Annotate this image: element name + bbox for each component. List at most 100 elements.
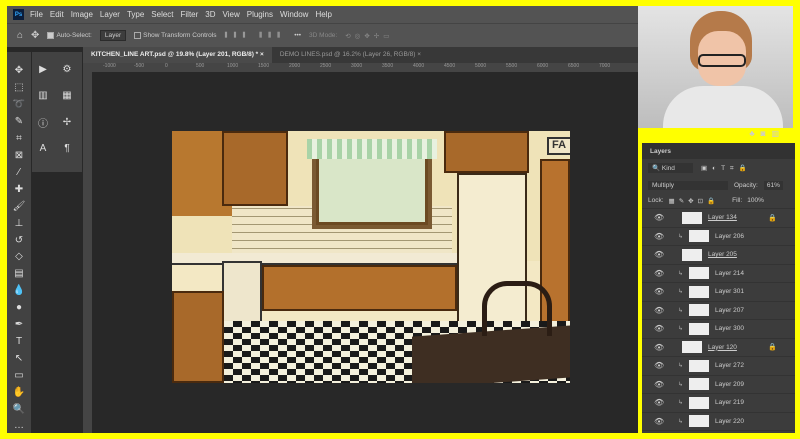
eye-icon[interactable]: 👁 <box>654 343 664 352</box>
sign: FA <box>547 137 570 155</box>
home-icon[interactable]: ⌂ <box>17 30 23 41</box>
ruler-label: 1500 <box>258 63 270 69</box>
eyedropper-tool-icon[interactable]: ⁄ <box>12 165 26 179</box>
type-tool-icon[interactable]: T <box>12 335 26 349</box>
layer-row[interactable]: 👁 ↳ Layer 272 <box>642 357 795 376</box>
close-icon[interactable]: × <box>417 51 421 58</box>
layer-row[interactable]: 👁 ↳ Layer 220 <box>642 413 795 431</box>
layer-row[interactable]: 👁 Layer 120 🔒 <box>642 339 795 357</box>
layers-tab[interactable]: Layers <box>642 143 795 159</box>
auto-select-dropdown[interactable]: Layer <box>99 30 127 41</box>
layer-thumbnail <box>689 267 710 280</box>
blend-mode-dropdown[interactable]: Multiply <box>648 180 728 190</box>
menu-edit[interactable]: Edit <box>50 10 64 19</box>
opacity-input[interactable]: 61% <box>763 180 783 190</box>
menu-select[interactable]: Select <box>151 10 173 19</box>
more-tools-icon[interactable]: … <box>12 419 26 433</box>
hand-tool-icon[interactable]: ✋ <box>12 385 26 399</box>
menu-window[interactable]: Window <box>280 10 308 19</box>
move-tool-icon[interactable]: ✥ <box>12 64 26 78</box>
show-transform-checkbox[interactable]: Show Transform Controls <box>134 31 216 39</box>
clipping-mask-icon: ↳ <box>678 326 684 333</box>
eye-icon[interactable]: 👁 <box>654 324 664 333</box>
swatches-icon[interactable]: ▦ <box>60 89 74 103</box>
kind-filter-dropdown[interactable]: 🔍 Kind <box>648 163 693 173</box>
more-options-button[interactable]: ••• <box>294 32 301 39</box>
eye-icon[interactable]: 👁 <box>654 417 664 426</box>
zoom-tool-icon[interactable]: 🔍 <box>12 402 26 416</box>
crop-tool-icon[interactable]: ⌗ <box>12 132 26 146</box>
menu-file[interactable]: File <box>30 10 43 19</box>
dodge-tool-icon[interactable]: ● <box>12 301 26 315</box>
eye-icon[interactable]: 👁 <box>654 287 664 296</box>
tools-panel: ✥ ⬚ ➰ ✎ ⌗ ⊠ ⁄ ✚ 🖌 ⊥ ↺ ◇ ▤ 💧 ● ✒ T ↖ ▭ ✋ … <box>7 52 31 433</box>
eye-icon[interactable]: 👁 <box>654 250 664 259</box>
ruler-label: 3000 <box>351 63 363 69</box>
character-icon[interactable]: A <box>36 142 50 156</box>
play-icon[interactable]: ▶ <box>36 62 50 76</box>
gradient-tool-icon[interactable]: ▤ <box>12 267 26 281</box>
frame-tool-icon[interactable]: ⊠ <box>12 149 26 163</box>
ruler-label: 2500 <box>320 63 332 69</box>
menu-layer[interactable]: Layer <box>100 10 120 19</box>
eye-icon[interactable]: 👁 <box>654 213 664 222</box>
menu-type[interactable]: Type <box>127 10 144 19</box>
adjustments-icon[interactable]: ✢ <box>60 115 74 129</box>
brush-tool-icon[interactable]: 🖌 <box>12 199 26 213</box>
healing-tool-icon[interactable]: ✚ <box>12 182 26 196</box>
menu-filter[interactable]: Filter <box>181 10 199 19</box>
layer-row[interactable]: 👁 Layer 134 🔒 <box>642 209 795 228</box>
layer-row[interactable]: 👁 ↳ Layer 206 <box>642 228 795 246</box>
marquee-tool-icon[interactable]: ⬚ <box>12 81 26 95</box>
history-brush-icon[interactable]: ↺ <box>12 233 26 247</box>
menu-view[interactable]: View <box>223 10 240 19</box>
left-cabinets <box>172 291 224 383</box>
layer-row[interactable]: 👁 ↳ Layer 300 <box>642 320 795 339</box>
history-icon[interactable]: ▥ <box>36 89 50 103</box>
layer-row[interactable]: 👁 ↳ Layer 301 <box>642 283 795 302</box>
layer-row[interactable]: 👁 ↳ Layer 219 <box>642 394 795 413</box>
eye-icon[interactable]: 👁 <box>654 380 664 389</box>
filter-icons[interactable]: ▣◐T⌗🔒 <box>701 164 752 173</box>
menu-plugins[interactable]: Plugins <box>247 10 273 19</box>
close-icon[interactable]: × <box>260 51 264 58</box>
layer-row[interactable]: 👁 ↳ Layer 209 <box>642 376 795 394</box>
auto-select-label: Auto-Select: <box>56 32 92 40</box>
stamp-tool-icon[interactable]: ⊥ <box>12 216 26 230</box>
eye-icon[interactable]: 👁 <box>654 306 664 315</box>
menu-help[interactable]: Help <box>315 10 331 19</box>
eye-icon[interactable]: 👁 <box>654 269 664 278</box>
lasso-tool-icon[interactable]: ➰ <box>12 98 26 112</box>
3d-mode-icons[interactable]: ⟲◎✥✢▭ <box>345 32 393 40</box>
layer-row[interactable]: 👁 ↳ Layer 214 <box>642 265 795 283</box>
fill-input[interactable]: 100% <box>747 197 764 204</box>
move-tool-icon[interactable]: ✥ <box>31 30 39 41</box>
info-icon[interactable]: ⓘ <box>36 115 50 130</box>
layer-row[interactable]: 👁 ↳ Layer 207 <box>642 302 795 320</box>
auto-select-checkbox[interactable]: Auto-Select: <box>47 31 92 40</box>
eye-icon[interactable]: 👁 <box>654 232 664 241</box>
panel-icons[interactable]: ♣◙▥ <box>749 129 785 138</box>
tab-demo-lines[interactable]: DEMO LINES.psd @ 16.2% (Layer 26, RGB/8)… <box>272 47 429 63</box>
tab-kitchen-line-art[interactable]: KITCHEN_LINE ART.psd @ 19.8% (Layer 201,… <box>83 47 272 63</box>
eye-icon[interactable]: 👁 <box>654 361 664 370</box>
eye-icon[interactable]: 👁 <box>654 398 664 407</box>
path-select-icon[interactable]: ↖ <box>12 351 26 365</box>
menu-image[interactable]: Image <box>71 10 93 19</box>
align-icons[interactable]: ⫼⫼⫼ ⫼⫼⫼ <box>224 32 286 40</box>
brush-settings-icon[interactable]: ⚙ <box>60 62 74 76</box>
paragraph-icon[interactable]: ¶ <box>60 142 74 156</box>
shape-tool-icon[interactable]: ▭ <box>12 368 26 382</box>
menu-bar: Ps File Edit Image Layer Type Select Fil… <box>7 6 638 23</box>
options-bar: ⌂ ✥ Auto-Select: Layer Show Transform Co… <box>7 23 638 47</box>
layer-row[interactable]: 👁 Layer 205 <box>642 246 795 265</box>
lock-icons[interactable]: ▦✎✥⊡🔒 <box>669 197 720 205</box>
pen-tool-icon[interactable]: ✒ <box>12 318 26 332</box>
upper-cabinets-left <box>222 131 288 206</box>
eraser-tool-icon[interactable]: ◇ <box>12 250 26 264</box>
quick-select-tool-icon[interactable]: ✎ <box>12 115 26 129</box>
kitchen-artwork-canvas[interactable]: FA <box>172 131 570 383</box>
opacity-label: Opacity: <box>734 181 758 189</box>
menu-3d[interactable]: 3D <box>205 10 215 19</box>
blur-tool-icon[interactable]: 💧 <box>12 284 26 298</box>
